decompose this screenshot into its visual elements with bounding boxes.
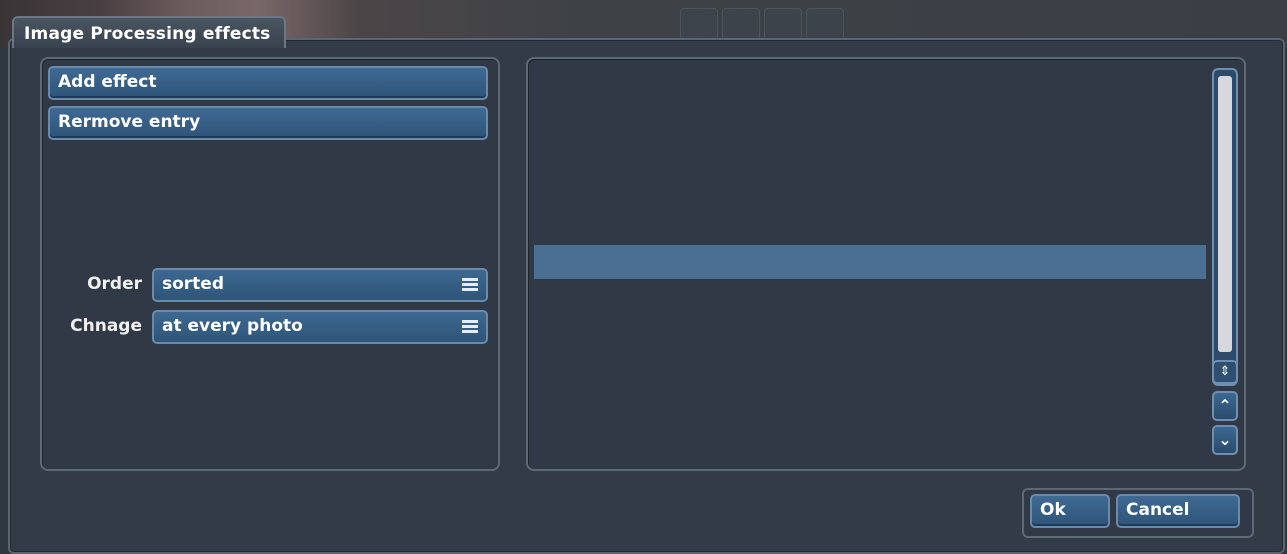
- background-thumbs-up-icon: [722, 8, 760, 40]
- effect-list-scrollbar[interactable]: [1212, 68, 1238, 386]
- chevron-down-icon[interactable]: ⌄: [1212, 425, 1238, 455]
- order-value: sorted: [162, 274, 225, 294]
- background-thumbs-down-icon: [764, 8, 802, 40]
- updown-icon[interactable]: ⇕: [1212, 360, 1238, 384]
- remove-entry-button[interactable]: Rermove entry: [48, 106, 488, 140]
- ok-button[interactable]: Ok: [1030, 494, 1110, 528]
- dialog-title-tab: Image Processing effects: [12, 16, 286, 48]
- dialog-title: Image Processing effects: [24, 24, 271, 44]
- scrollbar-thumb[interactable]: [1218, 76, 1232, 352]
- background-screen-icon: [806, 8, 844, 40]
- change-value: at every photo: [162, 316, 303, 336]
- add-effect-button[interactable]: Add effect: [48, 66, 488, 100]
- chevron-up-icon[interactable]: ⌃: [1212, 391, 1238, 421]
- menu-lines-icon: [462, 278, 478, 292]
- background-search-icon: [680, 8, 718, 40]
- change-label: Chnage: [70, 316, 142, 336]
- order-select[interactable]: sorted: [152, 268, 488, 302]
- cancel-button[interactable]: Cancel: [1116, 494, 1240, 528]
- order-label: Order: [87, 274, 142, 294]
- menu-lines-icon: [462, 320, 478, 334]
- effect-list-selected-row[interactable]: [534, 245, 1206, 279]
- change-select[interactable]: at every photo: [152, 310, 488, 344]
